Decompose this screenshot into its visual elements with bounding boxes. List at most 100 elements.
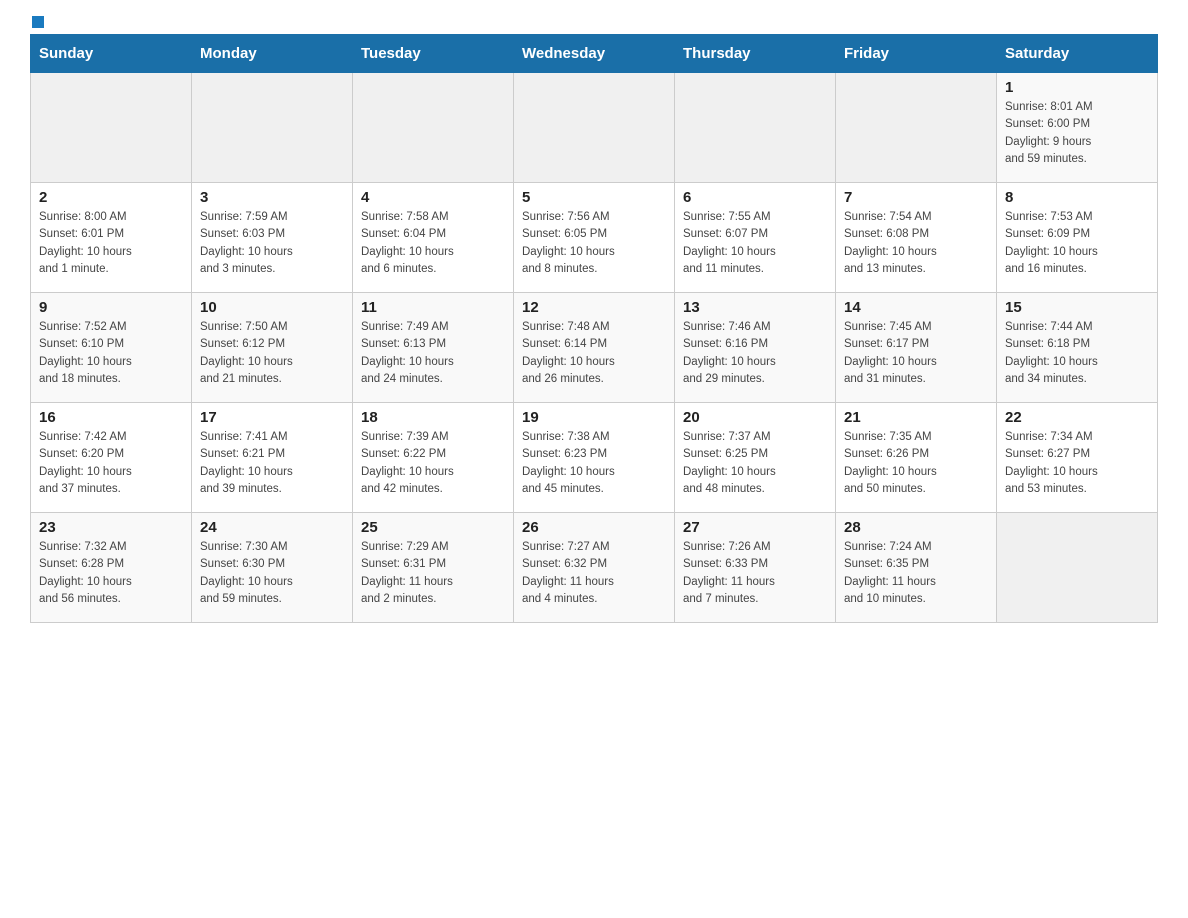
day-info: Sunrise: 7:29 AM Sunset: 6:31 PM Dayligh… [361,539,505,608]
day-number: 19 [522,409,666,426]
day-number: 12 [522,299,666,316]
calendar-day-cell: 22 Sunrise: 7:34 AM Sunset: 6:27 PM Dayli… [997,403,1158,513]
day-number: 25 [361,519,505,536]
calendar-day-cell: 16 Sunrise: 7:42 AM Sunset: 6:20 PM Dayli… [31,403,192,513]
day-number: 2 [39,189,183,206]
calendar-day-cell [997,513,1158,623]
calendar-day-cell: 13 Sunrise: 7:46 AM Sunset: 6:16 PM Dayli… [675,293,836,403]
day-number: 4 [361,189,505,206]
day-info: Sunrise: 7:53 AM Sunset: 6:09 PM Dayligh… [1005,209,1149,278]
calendar-day-cell [836,73,997,183]
calendar-day-cell: 12 Sunrise: 7:48 AM Sunset: 6:14 PM Dayli… [514,293,675,403]
weekday-header-friday: Friday [836,35,997,73]
day-info: Sunrise: 7:34 AM Sunset: 6:27 PM Dayligh… [1005,429,1149,498]
calendar-day-cell: 6Sunrise: 7:55 AM Sunset: 6:07 PM Daylig… [675,183,836,293]
day-info: Sunrise: 7:44 AM Sunset: 6:18 PM Dayligh… [1005,319,1149,388]
weekday-header-monday: Monday [192,35,353,73]
day-number: 8 [1005,189,1149,206]
day-info: Sunrise: 8:01 AM Sunset: 6:00 PM Dayligh… [1005,99,1149,168]
day-info: Sunrise: 8:00 AM Sunset: 6:01 PM Dayligh… [39,209,183,278]
day-info: Sunrise: 7:38 AM Sunset: 6:23 PM Dayligh… [522,429,666,498]
calendar-week-row: 23 Sunrise: 7:32 AM Sunset: 6:28 PM Dayli… [31,513,1158,623]
calendar-day-cell: 23 Sunrise: 7:32 AM Sunset: 6:28 PM Dayli… [31,513,192,623]
day-info: Sunrise: 7:24 AM Sunset: 6:35 PM Dayligh… [844,539,988,608]
day-number: 20 [683,409,827,426]
calendar-day-cell: 15 Sunrise: 7:44 AM Sunset: 6:18 PM Dayli… [997,293,1158,403]
calendar-day-cell [675,73,836,183]
day-number: 26 [522,519,666,536]
page-header [30,20,1158,24]
weekday-header-tuesday: Tuesday [353,35,514,73]
day-number: 11 [361,299,505,316]
calendar-day-cell: 27 Sunrise: 7:26 AM Sunset: 6:33 PM Dayli… [675,513,836,623]
calendar-day-cell: 5 Sunrise: 7:56 AM Sunset: 6:05 PM Daylig… [514,183,675,293]
calendar-week-row: 16 Sunrise: 7:42 AM Sunset: 6:20 PM Dayli… [31,403,1158,513]
calendar-day-cell: 28 Sunrise: 7:24 AM Sunset: 6:35 PM Dayli… [836,513,997,623]
day-info: Sunrise: 7:45 AM Sunset: 6:17 PM Dayligh… [844,319,988,388]
day-number: 21 [844,409,988,426]
calendar-day-cell [514,73,675,183]
day-info: Sunrise: 7:56 AM Sunset: 6:05 PM Dayligh… [522,209,666,278]
day-info: Sunrise: 7:35 AM Sunset: 6:26 PM Dayligh… [844,429,988,498]
calendar-header-row: SundayMondayTuesdayWednesdayThursdayFrid… [31,35,1158,73]
day-info: Sunrise: 7:50 AM Sunset: 6:12 PM Dayligh… [200,319,344,388]
calendar-day-cell: 7Sunrise: 7:54 AM Sunset: 6:08 PM Daylig… [836,183,997,293]
calendar-day-cell: 17 Sunrise: 7:41 AM Sunset: 6:21 PM Dayli… [192,403,353,513]
calendar-day-cell: 10 Sunrise: 7:50 AM Sunset: 6:12 PM Dayli… [192,293,353,403]
calendar-week-row: 2 Sunrise: 8:00 AM Sunset: 6:01 PM Daylig… [31,183,1158,293]
calendar-day-cell: 3 Sunrise: 7:59 AM Sunset: 6:03 PM Daylig… [192,183,353,293]
calendar-day-cell [31,73,192,183]
day-number: 17 [200,409,344,426]
day-number: 27 [683,519,827,536]
calendar-day-cell: 18 Sunrise: 7:39 AM Sunset: 6:22 PM Dayli… [353,403,514,513]
calendar-day-cell: 21 Sunrise: 7:35 AM Sunset: 6:26 PM Dayli… [836,403,997,513]
logo-triangle-icon [32,16,44,28]
calendar-day-cell [353,73,514,183]
weekday-header-sunday: Sunday [31,35,192,73]
day-number: 3 [200,189,344,206]
day-info: Sunrise: 7:49 AM Sunset: 6:13 PM Dayligh… [361,319,505,388]
calendar-day-cell [192,73,353,183]
weekday-header-saturday: Saturday [997,35,1158,73]
day-info: Sunrise: 7:59 AM Sunset: 6:03 PM Dayligh… [200,209,344,278]
calendar-day-cell: 19 Sunrise: 7:38 AM Sunset: 6:23 PM Dayli… [514,403,675,513]
calendar-week-row: 9 Sunrise: 7:52 AM Sunset: 6:10 PM Daylig… [31,293,1158,403]
day-number: 10 [200,299,344,316]
weekday-header-thursday: Thursday [675,35,836,73]
day-number: 15 [1005,299,1149,316]
day-info: Sunrise: 7:52 AM Sunset: 6:10 PM Dayligh… [39,319,183,388]
calendar-day-cell: 11 Sunrise: 7:49 AM Sunset: 6:13 PM Dayli… [353,293,514,403]
day-info: Sunrise: 7:37 AM Sunset: 6:25 PM Dayligh… [683,429,827,498]
day-info: Sunrise: 7:58 AM Sunset: 6:04 PM Dayligh… [361,209,505,278]
calendar-day-cell: 2 Sunrise: 8:00 AM Sunset: 6:01 PM Daylig… [31,183,192,293]
day-number: 5 [522,189,666,206]
day-number: 13 [683,299,827,316]
day-info: Sunrise: 7:26 AM Sunset: 6:33 PM Dayligh… [683,539,827,608]
day-number: 9 [39,299,183,316]
day-info: Sunrise: 7:41 AM Sunset: 6:21 PM Dayligh… [200,429,344,498]
day-info: Sunrise: 7:27 AM Sunset: 6:32 PM Dayligh… [522,539,666,608]
day-info: Sunrise: 7:30 AM Sunset: 6:30 PM Dayligh… [200,539,344,608]
calendar-day-cell: 20 Sunrise: 7:37 AM Sunset: 6:25 PM Dayli… [675,403,836,513]
day-number: 16 [39,409,183,426]
day-number: 22 [1005,409,1149,426]
day-info: Sunrise: 7:46 AM Sunset: 6:16 PM Dayligh… [683,319,827,388]
calendar-day-cell: 9 Sunrise: 7:52 AM Sunset: 6:10 PM Daylig… [31,293,192,403]
calendar-day-cell: 14 Sunrise: 7:45 AM Sunset: 6:17 PM Dayli… [836,293,997,403]
day-number: 23 [39,519,183,536]
day-info: Sunrise: 7:55 AM Sunset: 6:07 PM Dayligh… [683,209,827,278]
day-number: 14 [844,299,988,316]
calendar-day-cell: 26 Sunrise: 7:27 AM Sunset: 6:32 PM Dayli… [514,513,675,623]
calendar-day-cell: 4 Sunrise: 7:58 AM Sunset: 6:04 PM Daylig… [353,183,514,293]
day-number: 18 [361,409,505,426]
weekday-header-wednesday: Wednesday [514,35,675,73]
calendar-week-row: 1 Sunrise: 8:01 AM Sunset: 6:00 PM Daylig… [31,73,1158,183]
calendar-day-cell: 25 Sunrise: 7:29 AM Sunset: 6:31 PM Dayli… [353,513,514,623]
day-info: Sunrise: 7:48 AM Sunset: 6:14 PM Dayligh… [522,319,666,388]
day-info: Sunrise: 7:42 AM Sunset: 6:20 PM Dayligh… [39,429,183,498]
day-number: 1 [1005,79,1149,96]
day-info: Sunrise: 7:32 AM Sunset: 6:28 PM Dayligh… [39,539,183,608]
day-number: 24 [200,519,344,536]
day-number: 28 [844,519,988,536]
day-info: Sunrise: 7:39 AM Sunset: 6:22 PM Dayligh… [361,429,505,498]
